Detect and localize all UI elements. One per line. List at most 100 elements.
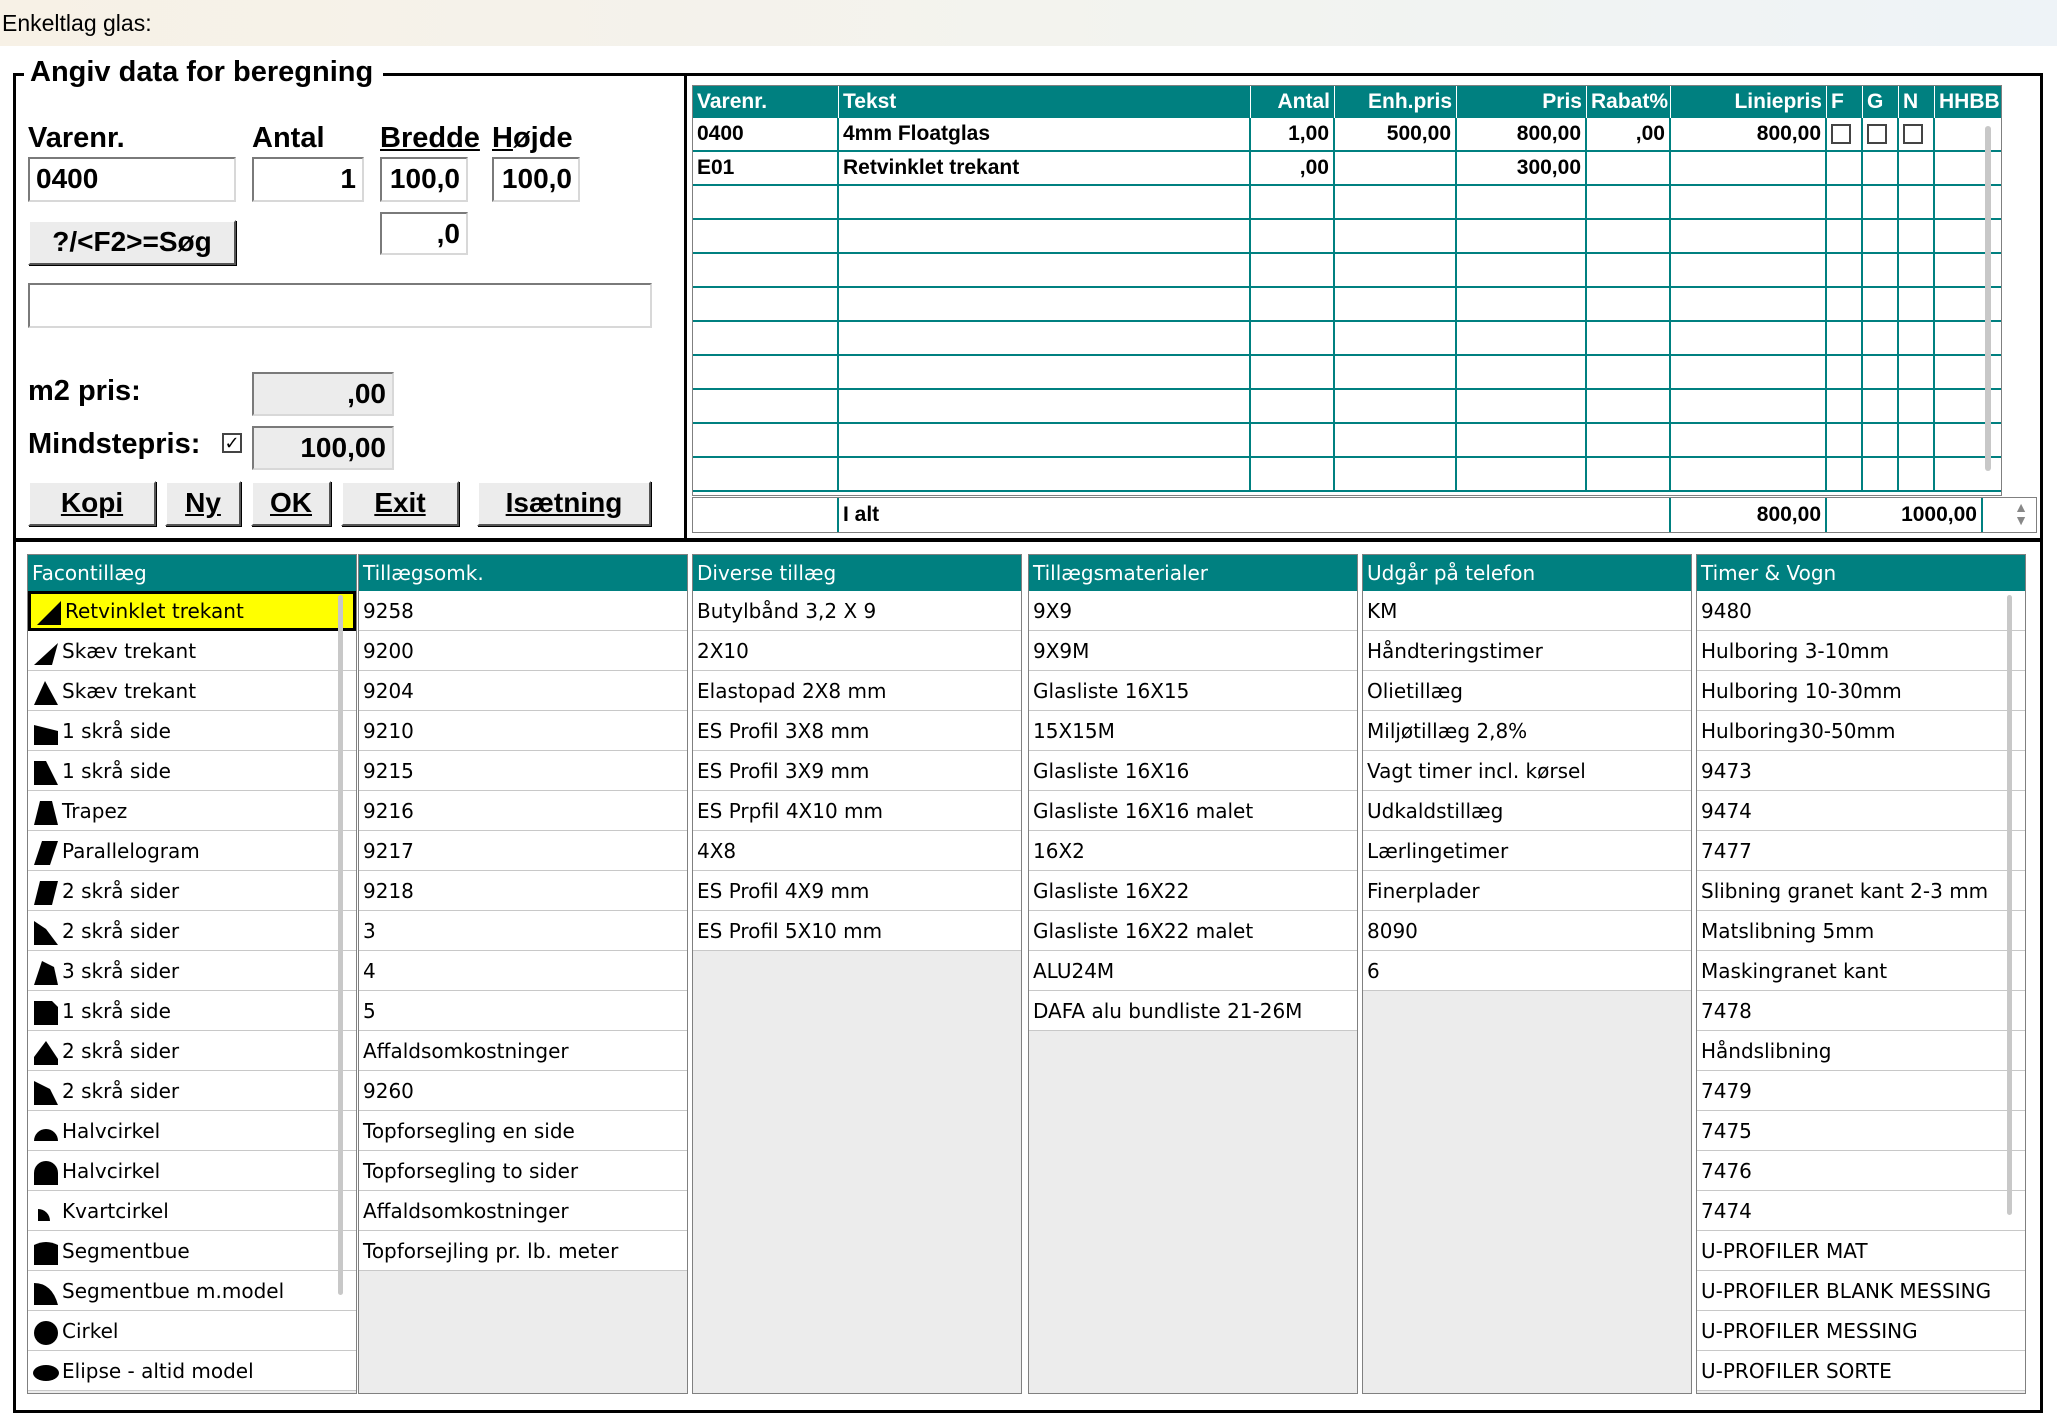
- scroll-arrows-icon[interactable]: ▲ ▼: [2010, 500, 2032, 529]
- grid-cell[interactable]: [1935, 288, 2001, 322]
- list-item[interactable]: Butylbånd 3,2 X 9: [693, 591, 1021, 631]
- col-liniepris[interactable]: Liniepris: [1671, 86, 1827, 118]
- list-item[interactable]: Halvcirkel: [28, 1151, 356, 1191]
- grid-cell[interactable]: [1935, 152, 2001, 186]
- grid-cell[interactable]: [1671, 152, 1827, 186]
- list-item[interactable]: 4: [359, 951, 687, 991]
- grid-cell[interactable]: [1457, 424, 1587, 458]
- exit-button[interactable]: Exit: [341, 481, 459, 526]
- list-item[interactable]: Kvartcirkel: [28, 1191, 356, 1231]
- list-diverse[interactable]: Diverse tillæg Butylbånd 3,2 X 9 2X10 Elas…: [692, 554, 1022, 1394]
- list-item[interactable]: 4X8: [693, 831, 1021, 871]
- order-lines-grid[interactable]: Varenr. Tekst Antal Enh.pris Pris Rabat%…: [692, 85, 2002, 496]
- list-item[interactable]: Segmentbue: [28, 1231, 356, 1271]
- list-telefon[interactable]: Udgår på telefon KM Håndteringstimer Oliet…: [1362, 554, 1692, 1394]
- checkbox-icon[interactable]: [1831, 124, 1851, 145]
- grid-cell[interactable]: [693, 288, 839, 322]
- grid-cell[interactable]: [1587, 186, 1671, 220]
- list-item[interactable]: Glasliste 16X22 malet: [1029, 911, 1357, 951]
- list-item[interactable]: Elastopad 2X8 mm: [693, 671, 1021, 711]
- grid-cell[interactable]: [839, 322, 1251, 356]
- list-item[interactable]: 5: [359, 991, 687, 1031]
- list-item[interactable]: 1 skrå side: [28, 711, 356, 751]
- grid-cell[interactable]: [839, 356, 1251, 390]
- list-item[interactable]: Glasliste 16X16 malet: [1029, 791, 1357, 831]
- list-item[interactable]: 9215: [359, 751, 687, 791]
- list-item[interactable]: Finerplader: [1363, 871, 1691, 911]
- list-item[interactable]: 7479: [1697, 1071, 2025, 1111]
- list-item[interactable]: 9473: [1697, 751, 2025, 791]
- ny-button[interactable]: Ny: [165, 481, 241, 526]
- grid-cell[interactable]: [1899, 288, 1935, 322]
- grid-cell[interactable]: [1335, 322, 1457, 356]
- grid-cell[interactable]: [1587, 390, 1671, 424]
- list-item[interactable]: Halvcirkel: [28, 1111, 356, 1151]
- list-item[interactable]: 2 skrå sider: [28, 1071, 356, 1111]
- table-row[interactable]: [693, 424, 2001, 458]
- grid-cell[interactable]: ,00: [1587, 118, 1671, 152]
- list-item[interactable]: ES Prpfil 4X10 mm: [693, 791, 1021, 831]
- grid-cell[interactable]: [1251, 458, 1335, 492]
- table-row[interactable]: 0400 4mm Floatglas 1,00 500,00 800,00,00 800,…: [693, 118, 2001, 152]
- table-row[interactable]: [693, 356, 2001, 390]
- grid-cell[interactable]: [693, 356, 839, 390]
- grid-cell[interactable]: [1827, 458, 1863, 492]
- col-tekst[interactable]: Tekst: [839, 86, 1251, 118]
- grid-cell[interactable]: [1587, 356, 1671, 390]
- list-item[interactable]: Glasliste 16X15: [1029, 671, 1357, 711]
- list-item[interactable]: ES Profil 3X9 mm: [693, 751, 1021, 791]
- grid-cell[interactable]: [693, 458, 839, 492]
- description-input[interactable]: [28, 283, 652, 328]
- list-item[interactable]: Topforsegling en side: [359, 1111, 687, 1151]
- grid-cell[interactable]: [1671, 458, 1827, 492]
- ok-button[interactable]: OK: [251, 481, 331, 526]
- grid-cell[interactable]: [1671, 254, 1827, 288]
- list-item[interactable]: U-PROFILER MESSING: [1697, 1311, 2025, 1351]
- grid-cell[interactable]: [1671, 186, 1827, 220]
- grid-cell[interactable]: 300,00: [1457, 152, 1587, 186]
- list-item[interactable]: KM: [1363, 591, 1691, 631]
- grid-cell[interactable]: [1899, 220, 1935, 254]
- col-antal[interactable]: Antal: [1251, 86, 1335, 118]
- grid-cell[interactable]: [1587, 322, 1671, 356]
- grid-cell[interactable]: [1899, 356, 1935, 390]
- grid-cell[interactable]: [1251, 356, 1335, 390]
- grid-cell[interactable]: [1335, 424, 1457, 458]
- list-item[interactable]: 9217: [359, 831, 687, 871]
- grid-cell[interactable]: [1863, 186, 1899, 220]
- grid-cell[interactable]: [1457, 458, 1587, 492]
- grid-cell[interactable]: [1251, 390, 1335, 424]
- list-facontillaeg[interactable]: Facontillæg Retvinklet trekant Skæv treka…: [27, 554, 357, 1394]
- grid-cell[interactable]: [1863, 356, 1899, 390]
- list-item[interactable]: Topforsejling pr. lb. meter: [359, 1231, 687, 1271]
- list-item[interactable]: Glasliste 16X22: [1029, 871, 1357, 911]
- grid-scrollbar[interactable]: [1985, 126, 1991, 471]
- list-item[interactable]: 7478: [1697, 991, 2025, 1031]
- grid-cell[interactable]: [1587, 288, 1671, 322]
- grid-cell[interactable]: [1827, 322, 1863, 356]
- grid-cell[interactable]: [1899, 322, 1935, 356]
- grid-cell[interactable]: [693, 322, 839, 356]
- grid-cell[interactable]: [1671, 220, 1827, 254]
- list-item[interactable]: 9258: [359, 591, 687, 631]
- grid-cell[interactable]: [839, 288, 1251, 322]
- grid-cell[interactable]: [1935, 118, 2001, 152]
- grid-cell[interactable]: [1671, 288, 1827, 322]
- grid-cell[interactable]: [839, 186, 1251, 220]
- col-hhbb[interactable]: HHBB: [1935, 86, 2001, 118]
- grid-cell[interactable]: [1457, 220, 1587, 254]
- col-pris[interactable]: Pris: [1457, 86, 1587, 118]
- list-item[interactable]: DAFA alu bundliste 21-26M: [1029, 991, 1357, 1031]
- col-n[interactable]: N: [1899, 86, 1935, 118]
- list-item[interactable]: 2X10: [693, 631, 1021, 671]
- grid-cell[interactable]: [1863, 152, 1899, 186]
- grid-cell[interactable]: Retvinklet trekant: [839, 152, 1251, 186]
- list-item[interactable]: 9218: [359, 871, 687, 911]
- list-item[interactable]: ES Profil 5X10 mm: [693, 911, 1021, 951]
- grid-cell[interactable]: [1827, 186, 1863, 220]
- grid-cell[interactable]: [1827, 220, 1863, 254]
- list-item[interactable]: 9X9: [1029, 591, 1357, 631]
- antal-input[interactable]: 1: [252, 157, 364, 202]
- grid-cell[interactable]: [693, 254, 839, 288]
- list-item[interactable]: Segmentbue m.model: [28, 1271, 356, 1311]
